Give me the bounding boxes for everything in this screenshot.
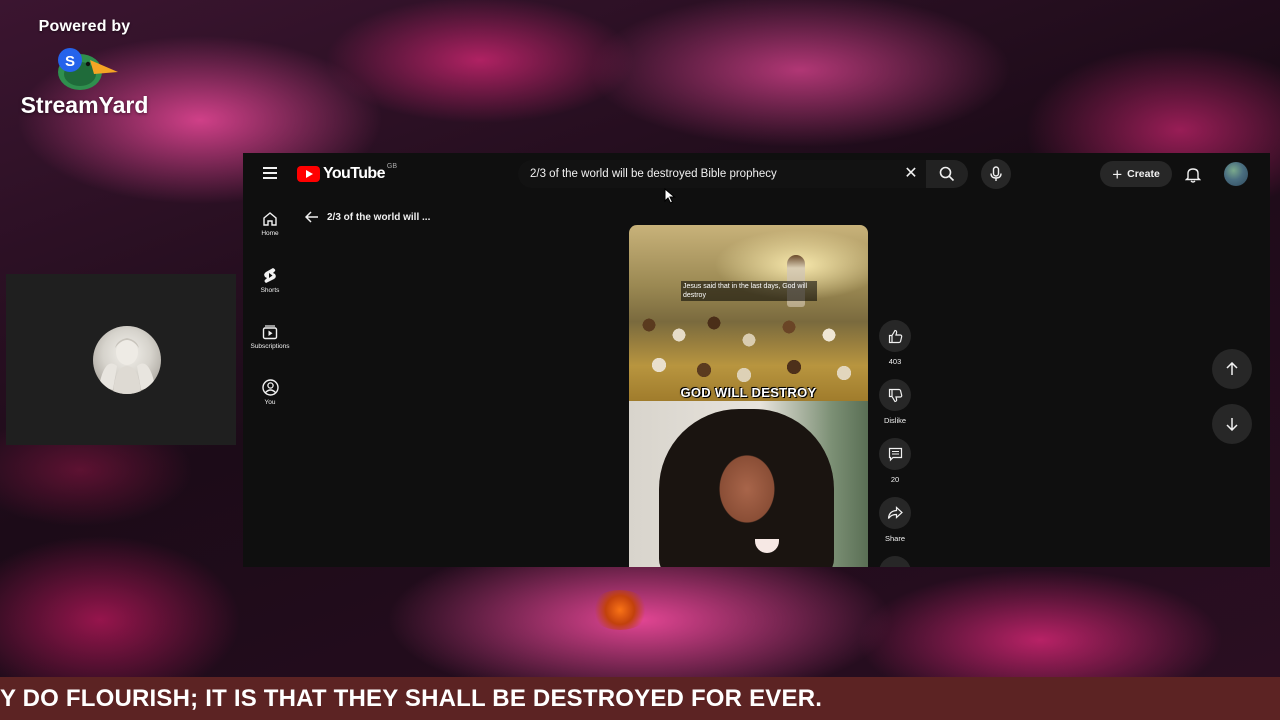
- arrow-up-icon: [1226, 362, 1238, 375]
- youtube-logo[interactable]: YouTube GB: [297, 162, 397, 183]
- profile-avatar[interactable]: [1224, 162, 1248, 186]
- create-label: Create: [1127, 168, 1160, 180]
- dislike-button[interactable]: [879, 379, 911, 411]
- guide-item-home[interactable]: Home: [243, 211, 297, 237]
- comments-button[interactable]: [879, 438, 911, 470]
- voice-search-button[interactable]: [981, 159, 1011, 189]
- streamyard-name: StreamYard: [20, 92, 149, 118]
- video-big-caption: GOD WILL DESTROY: [680, 385, 817, 400]
- share-icon: [887, 506, 903, 519]
- ticker-text: Y DO FLOURISH; IT IS THAT THEY SHALL BE …: [0, 685, 823, 712]
- comment-count: 20: [890, 475, 900, 484]
- guide-item-subscriptions[interactable]: Subscriptions: [243, 324, 297, 350]
- close-icon[interactable]: ✕: [902, 165, 920, 183]
- streamyard-branding: Powered by S StreamYard: [12, 18, 157, 119]
- guide-item-label: You: [264, 399, 276, 406]
- like-button[interactable]: [879, 320, 911, 352]
- create-button[interactable]: + Create: [1100, 161, 1172, 187]
- speaker-figure: [659, 409, 834, 567]
- shorts-back-row: 2/3 of the world will ...: [305, 211, 430, 223]
- remix-button[interactable]: [879, 556, 911, 567]
- mouse-cursor-icon: [664, 188, 676, 204]
- thumbs-up-icon: [888, 329, 902, 343]
- search-box: ✕: [518, 160, 926, 188]
- video-speaker-view: [629, 401, 868, 567]
- dislike-label: Dislike: [883, 416, 907, 425]
- youtube-window: YouTube GB ✕ + Create: [243, 153, 1270, 567]
- previous-short-button[interactable]: [1212, 349, 1252, 389]
- mic-icon: [990, 166, 1002, 181]
- menu-icon[interactable]: [263, 167, 277, 179]
- flower-center: [590, 590, 650, 630]
- thumbs-down-icon: [888, 388, 902, 402]
- remix-action: [879, 556, 911, 567]
- arrow-down-icon: [1226, 418, 1238, 431]
- like-action: 403: [879, 320, 911, 366]
- share-button[interactable]: [879, 497, 911, 529]
- guide-item-you[interactable]: You: [243, 379, 297, 406]
- share-action: Share: [879, 497, 911, 543]
- you-icon: [261, 379, 279, 396]
- country-code: GB: [386, 162, 397, 170]
- search-icon: [939, 166, 955, 182]
- speaker-mouth: [755, 539, 779, 553]
- youtube-wordmark: YouTube: [323, 165, 385, 182]
- notifications-button[interactable]: [1182, 163, 1204, 185]
- plus-icon: +: [1112, 164, 1123, 184]
- streamyard-duck-logo-icon: S: [50, 38, 120, 94]
- comments-action: 20: [879, 438, 911, 484]
- dislike-action: Dislike: [879, 379, 911, 425]
- participant-camera-tile[interactable]: [6, 274, 236, 445]
- youtube-header: YouTube GB ✕ + Create: [243, 153, 1270, 195]
- search-query-title: 2/3 of the world will ...: [327, 211, 431, 223]
- participant-avatar: [93, 326, 161, 394]
- next-short-button[interactable]: [1212, 404, 1252, 444]
- svg-text:S: S: [64, 53, 74, 70]
- guide-item-label: Shorts: [260, 287, 280, 294]
- like-count: 403: [888, 357, 902, 366]
- share-label: Share: [884, 534, 905, 543]
- guide-item-label: Subscriptions: [250, 343, 290, 350]
- search-button[interactable]: [926, 160, 968, 188]
- video-top-image: Jesus said that in the last days, God wi…: [629, 225, 868, 401]
- home-icon: [263, 212, 277, 226]
- youtube-play-icon: [297, 166, 320, 182]
- arrow-left-icon[interactable]: [305, 211, 319, 223]
- comment-icon: [888, 447, 902, 461]
- guide-item-shorts[interactable]: Shorts: [243, 267, 297, 294]
- subscriptions-icon: [262, 325, 278, 340]
- guide-item-label: Home: [261, 230, 279, 237]
- crowd-illustration: [629, 305, 868, 395]
- powered-by-label: Powered by: [38, 18, 131, 35]
- search-input[interactable]: [530, 164, 890, 184]
- scrolling-ticker: Y DO FLOURISH; IT IS THAT THEY SHALL BE …: [0, 677, 1280, 720]
- short-video-player[interactable]: Jesus said that in the last days, God wi…: [629, 225, 868, 567]
- shorts-icon: [264, 268, 276, 283]
- bell-icon: [1185, 167, 1201, 183]
- video-overlay-caption: Jesus said that in the last days, God wi…: [681, 281, 817, 301]
